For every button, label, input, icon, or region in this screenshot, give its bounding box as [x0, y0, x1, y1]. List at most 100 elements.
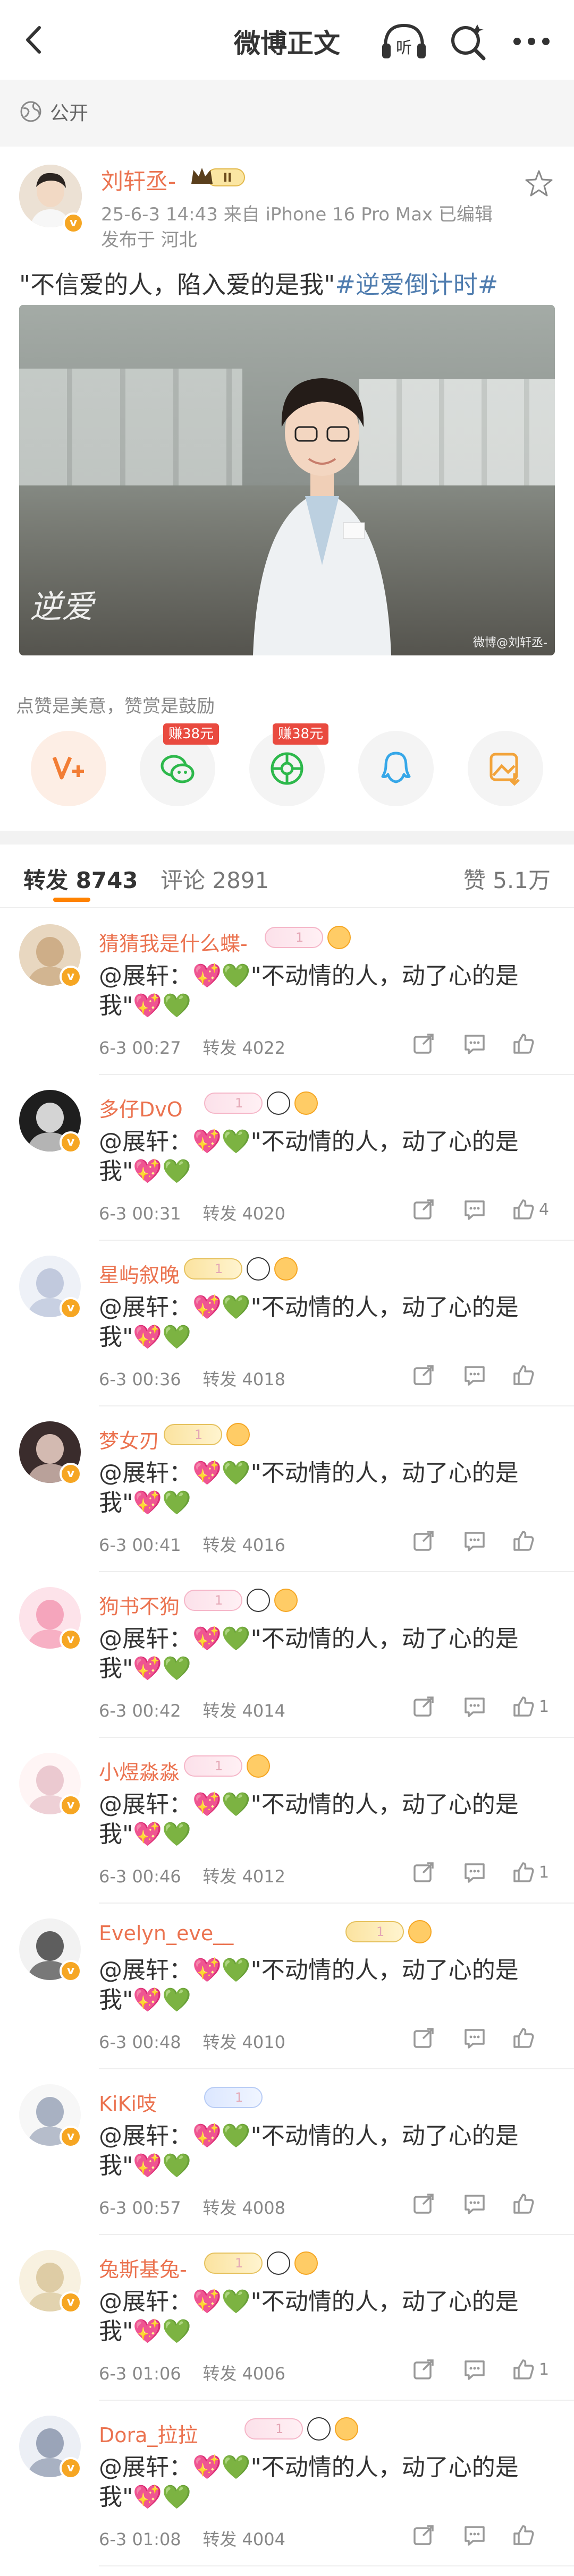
comment-button[interactable] — [461, 1528, 488, 1554]
earn-tag: 赚38元 — [273, 723, 329, 745]
thumbs-up-icon — [513, 1365, 534, 1385]
reward-button[interactable] — [31, 731, 106, 806]
repost-row[interactable]: v KiKi吱 @展轩：💖💚"不动情的人，动了心的是我"💖💚 6-3 00:57… — [0, 2069, 574, 2235]
repost-text: @展轩：💖💚"不动情的人，动了心的是我"💖💚 — [99, 2288, 519, 2345]
like-button[interactable] — [510, 1859, 537, 1886]
comment-button[interactable] — [461, 1693, 488, 1720]
repost-row[interactable]: v 狗书不狗 @展轩：💖💚"不动情的人，动了心的是我"💖💚 6-3 00:42 … — [0, 1572, 574, 1738]
repost-username[interactable]: 猜猜我是什么蝶- — [99, 927, 248, 957]
repost-username[interactable]: 星屿叙晚 — [99, 1259, 180, 1288]
repost-count: 转发 4022 — [202, 1038, 285, 1058]
edited-label[interactable]: 已编辑 — [438, 204, 493, 225]
repost-row[interactable]: v 多仔DvO @展轩：💖💚"不动情的人，动了心的是我"💖💚 6-3 00:31… — [0, 1075, 574, 1241]
comment-button[interactable] — [461, 1196, 488, 1223]
repost-username[interactable]: 梦女刃 — [99, 1425, 159, 1454]
tab-comment[interactable]: 评论 2891 — [161, 863, 269, 895]
share-button[interactable] — [410, 2025, 437, 2051]
tab-active-indicator — [53, 898, 90, 902]
comment-button[interactable] — [461, 2025, 488, 2051]
user-badges — [184, 1754, 270, 1778]
listen-button[interactable]: 听 — [380, 20, 428, 63]
share-icon — [413, 1862, 434, 1882]
hashtag-link[interactable]: #逆爱倒计时# — [335, 270, 498, 299]
verified-badge-icon: v — [60, 2457, 82, 2479]
star-icon[interactable] — [523, 168, 555, 200]
share-button[interactable] — [410, 2522, 437, 2548]
repost-username[interactable]: 兔斯基兔- — [99, 2253, 187, 2282]
like-button[interactable] — [510, 1196, 537, 1223]
author-name[interactable]: 刘轩丞- — [101, 164, 176, 196]
like-button[interactable] — [510, 1030, 537, 1057]
comment-button[interactable] — [461, 1030, 488, 1057]
like-button[interactable] — [510, 2356, 537, 2383]
share-icon — [413, 2028, 434, 2048]
repost-list: v 猜猜我是什么蝶- @展轩：💖💚"不动情的人，动了心的是我"💖💚 6-3 00… — [0, 909, 574, 2566]
repost-row[interactable]: v Dora_拉拉 @展轩：💖💚"不动情的人，动了心的是我"💖💚 6-3 01:… — [0, 2401, 574, 2566]
like-button[interactable] — [510, 2522, 537, 2548]
like-button[interactable] — [510, 2025, 537, 2051]
row-actions: 1 — [395, 2356, 555, 2386]
share-button[interactable] — [410, 1196, 437, 1223]
tab-repost[interactable]: 转发 8743 — [23, 863, 138, 895]
share-button[interactable] — [410, 1693, 437, 1720]
thumbs-up-icon — [513, 2028, 534, 2048]
share-button[interactable] — [410, 1859, 437, 1886]
repost-username[interactable]: KiKi吱 — [99, 2087, 157, 2117]
repost-count: 转发 4012 — [202, 1866, 285, 1887]
share-moments-button[interactable]: 赚38元 — [249, 723, 329, 806]
repost-date: 6-3 00:46 — [99, 1866, 181, 1887]
comment-icon — [465, 2029, 485, 2049]
save-image-button[interactable] — [468, 731, 543, 806]
level-badge-icon — [184, 1755, 242, 1777]
comment-button[interactable] — [461, 1859, 488, 1886]
crown-badge-icon — [345, 1921, 404, 1942]
repost-username[interactable]: 狗书不狗 — [99, 1590, 180, 1619]
repost-username[interactable]: Dora_拉拉 — [99, 2419, 198, 2448]
repost-username[interactable]: 小煜淼淼 — [99, 1756, 180, 1785]
share-qq-button[interactable] — [358, 731, 434, 806]
like-count: 1 — [539, 1698, 550, 1716]
level-badge-icon — [244, 2418, 303, 2439]
repost-text: @展轩：💖💚"不动情的人，动了心的是我"💖💚 — [99, 1294, 519, 1351]
interaction-tabs: 转发 8743 评论 2891 赞 5.1万 — [0, 845, 574, 908]
like-button[interactable] — [510, 1528, 537, 1554]
repost-date: 6-3 01:08 — [99, 2529, 181, 2549]
tab-like[interactable]: 赞 5.1万 — [463, 863, 551, 895]
repost-count: 转发 4010 — [202, 2032, 285, 2052]
repost-username[interactable]: 多仔DvO — [99, 1093, 183, 1122]
share-wechat-button[interactable]: 赚38元 — [140, 723, 220, 806]
like-button[interactable] — [510, 1693, 537, 1720]
repost-count: 转发 4006 — [202, 2364, 285, 2384]
search-button[interactable] — [446, 20, 489, 63]
row-actions — [395, 2190, 555, 2220]
comment-button[interactable] — [461, 1362, 488, 1388]
thumbs-up-icon — [513, 1696, 534, 1717]
comment-button[interactable] — [461, 2356, 488, 2383]
repost-row[interactable]: v 小煜淼淼 @展轩：💖💚"不动情的人，动了心的是我"💖💚 6-3 00:46 … — [0, 1738, 574, 1904]
more-button[interactable] — [508, 20, 555, 63]
share-button[interactable] — [410, 2356, 437, 2383]
fish-badge-icon — [226, 1423, 250, 1446]
share-button[interactable] — [410, 1528, 437, 1554]
post-image[interactable]: 逆爱 微博@刘轩丞- — [19, 305, 555, 655]
repost-row[interactable]: v 梦女刃 @展轩：💖💚"不动情的人，动了心的是我"💖💚 6-3 00:41 转… — [0, 1406, 574, 1572]
fish-badge-icon — [327, 926, 351, 949]
comment-button[interactable] — [461, 2522, 488, 2548]
comment-button[interactable] — [461, 2190, 488, 2217]
share-button[interactable] — [410, 1362, 437, 1388]
repost-username[interactable]: Evelyn_eve__ — [99, 1922, 233, 1945]
like-count: 1 — [539, 1863, 550, 1882]
repost-count: 转发 4020 — [202, 1204, 285, 1224]
share-icon — [413, 1199, 434, 1219]
like-button[interactable] — [510, 1362, 537, 1388]
repost-row[interactable]: v 猜猜我是什么蝶- @展轩：💖💚"不动情的人，动了心的是我"💖💚 6-3 00… — [0, 909, 574, 1075]
share-button[interactable] — [410, 1030, 437, 1057]
repost-row[interactable]: v 兔斯基兔- @展轩：💖💚"不动情的人，动了心的是我"💖💚 6-3 01:06… — [0, 2235, 574, 2401]
like-count: 1 — [539, 2360, 550, 2379]
repost-row[interactable]: v Evelyn_eve__ @展轩：💖💚"不动情的人，动了心的是我"💖💚 6-… — [0, 1904, 574, 2069]
wechat-icon — [161, 755, 195, 783]
like-button[interactable] — [510, 2190, 537, 2217]
thumbs-up-icon — [513, 2525, 534, 2545]
share-button[interactable] — [410, 2190, 437, 2217]
repost-row[interactable]: v 星屿叙晚 @展轩：💖💚"不动情的人，动了心的是我"💖💚 6-3 00:36 … — [0, 1241, 574, 1406]
